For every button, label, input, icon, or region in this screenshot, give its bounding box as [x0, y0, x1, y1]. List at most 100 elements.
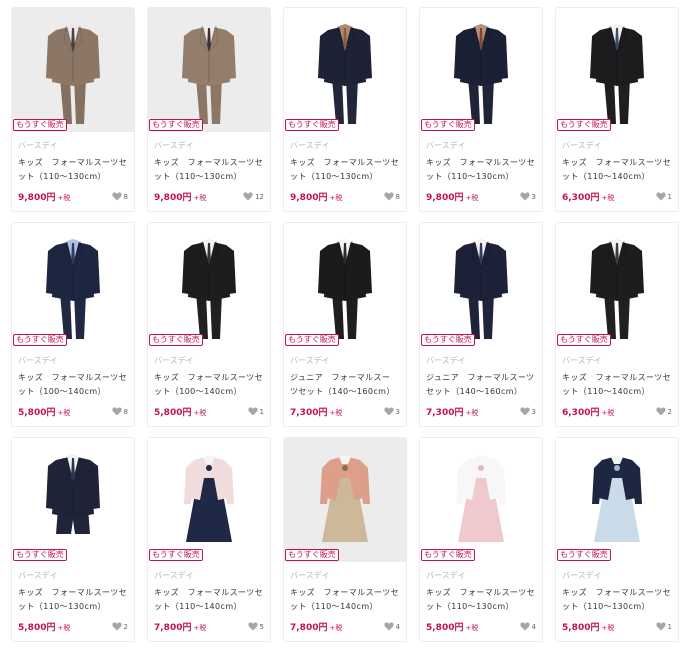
card-footer: 5,800円 +税 4 — [426, 620, 536, 633]
product-image[interactable]: もうすぐ販売 — [420, 438, 542, 562]
brand-name: バースデイ — [426, 571, 466, 580]
price-value: 7,300円 — [290, 408, 328, 418]
product-image[interactable]: もうすぐ販売 — [148, 438, 270, 562]
card-footer: 5,800円 +税 2 — [18, 620, 128, 633]
product-card[interactable]: もうすぐ販売 バースデイ キッズ フォーマルスーツセ ット（110〜130cm） 5,8… — [555, 437, 679, 642]
favorite-button[interactable]: 5 — [247, 622, 264, 631]
product-card[interactable]: もうすぐ販売バースデイジュニア フォーマルスーツセット（140〜160cm） 7,… — [283, 222, 407, 427]
product-card[interactable]: もうすぐ販売 バースデイ キッズ フォーマルスーツセ ット（110〜140cm） 7,8… — [147, 437, 271, 642]
favorite-button[interactable]: 2 — [111, 622, 128, 631]
heart-icon[interactable] — [247, 407, 258, 416]
heart-icon[interactable] — [247, 622, 258, 631]
tax-label: +税 — [329, 624, 343, 632]
favorite-button[interactable]: 8 — [111, 407, 128, 416]
product-image[interactable]: もうすぐ販売 — [284, 438, 406, 562]
product-name[interactable]: キッズ フォーマルスーツセ ット（100〜140cm） — [154, 371, 264, 399]
product-name[interactable]: ジュニア フォーマルスーツセット（140〜160cm） — [290, 371, 400, 399]
product-name[interactable]: キッズ フォーマルスーツセ ット（110〜140cm） — [562, 371, 672, 399]
product-card[interactable]: もうすぐ販売 バースデイ キッズ フォーマルスーツセ ット（110〜130cm） 9,8… — [11, 7, 135, 212]
favorite-button[interactable]: 4 — [383, 622, 400, 631]
price-value: 7,800円 — [154, 623, 192, 633]
heart-icon[interactable] — [111, 192, 122, 201]
price-value: 9,800円 — [426, 193, 464, 203]
product-name[interactable]: キッズ フォーマルスーツセ ット（100〜140cm） — [18, 371, 128, 399]
price: 7,300円 +税 — [290, 405, 342, 418]
product-name-line: ット（110〜130cm） — [18, 172, 106, 181]
favorite-button[interactable]: 1 — [247, 407, 264, 416]
brand-name: バースデイ — [426, 356, 466, 365]
favorite-button[interactable]: 8 — [383, 192, 400, 201]
product-image[interactable]: もうすぐ販売 — [420, 223, 542, 347]
product-name-line: セット（140〜160cm） — [426, 387, 523, 396]
product-name[interactable]: キッズ フォーマルスーツセ ット（110〜130cm） — [426, 156, 536, 184]
product-image[interactable]: もうすぐ販売 — [556, 438, 678, 562]
product-card[interactable]: もうすぐ販売 バースデイ キッズ フォーマルスーツセ ット（110〜130cm） 5,8… — [11, 437, 135, 642]
product-image[interactable]: もうすぐ販売 — [12, 438, 134, 562]
product-card[interactable]: もうすぐ販売 バースデイ キッズ フォーマルスーツセ ット（110〜140cm） 6,3… — [555, 222, 679, 427]
heart-icon[interactable] — [519, 622, 530, 631]
product-name[interactable]: ジュニア フォーマルスーツセット（140〜160cm） — [426, 371, 536, 399]
product-name[interactable]: キッズ フォーマルスーツセ ット（110〜140cm） — [290, 586, 400, 614]
product-image[interactable]: もうすぐ販売 — [12, 8, 134, 132]
product-card[interactable]: もうすぐ販売 バースデイ キッズ フォーマルスーツセ ット（110〜130cm） 9,8… — [419, 7, 543, 212]
heart-icon[interactable] — [519, 192, 530, 201]
favorite-button[interactable]: 3 — [519, 192, 536, 201]
card-footer: 7,300円 +税 3 — [290, 405, 400, 418]
heart-icon[interactable] — [655, 622, 666, 631]
heart-icon[interactable] — [111, 407, 122, 416]
brand-name: バースデイ — [18, 141, 58, 150]
product-name[interactable]: キッズ フォーマルスーツセ ット（110〜130cm） — [562, 586, 672, 614]
favorite-count: 1 — [259, 407, 264, 416]
product-name[interactable]: キッズ フォーマルスーツセ ット（110〜140cm） — [154, 586, 264, 614]
product-image[interactable]: もうすぐ販売 — [12, 223, 134, 347]
product-name[interactable]: キッズ フォーマルスーツセ ット（110〜140cm） — [562, 156, 672, 184]
product-image[interactable]: もうすぐ販売 — [420, 8, 542, 132]
product-image[interactable]: もうすぐ販売 — [148, 223, 270, 347]
favorite-button[interactable]: 4 — [519, 622, 536, 631]
favorite-button[interactable]: 1 — [655, 622, 672, 631]
coming-soon-badge: もうすぐ販売 — [13, 549, 67, 561]
favorite-button[interactable]: 3 — [383, 407, 400, 416]
heart-icon[interactable] — [655, 192, 666, 201]
tax-label: +税 — [193, 624, 207, 632]
product-card[interactable]: もうすぐ販売バースデイキッズ フォーマルスーツセ ット（110〜130cm） 5,8… — [419, 437, 543, 642]
product-image[interactable]: もうすぐ販売 — [284, 8, 406, 132]
heart-icon[interactable] — [111, 622, 122, 631]
brand-name: バースデイ — [154, 141, 194, 150]
favorite-button[interactable]: 1 — [655, 192, 672, 201]
tax-label: +税 — [57, 194, 71, 202]
favorite-button[interactable]: 12 — [243, 192, 264, 201]
favorite-count: 3 — [531, 192, 536, 201]
product-card[interactable]: もうすぐ販売 バースデイ キッズ フォーマルスーツセ ット（110〜140cm） 7,8… — [283, 437, 407, 642]
product-card[interactable]: もうすぐ販売 バースデイ キッズ フォーマルスーツセ ット（110〜130cm） 9,8… — [283, 7, 407, 212]
heart-icon[interactable] — [383, 192, 394, 201]
product-card[interactable]: もうすぐ販売 バースデイ キッズ フォーマルスーツセ ット（110〜130cm） 9,8… — [147, 7, 271, 212]
coming-soon-badge: もうすぐ販売 — [557, 334, 611, 346]
product-name-line: ット（110〜130cm） — [18, 602, 106, 611]
product-card[interactable]: もうすぐ販売 バースデイ キッズ フォーマルスーツセ ット（100〜140cm） 5,8… — [11, 222, 135, 427]
product-image[interactable]: もうすぐ販売 — [284, 223, 406, 347]
product-image[interactable]: もうすぐ販売 — [556, 8, 678, 132]
favorite-button[interactable]: 8 — [111, 192, 128, 201]
heart-icon[interactable] — [519, 407, 530, 416]
coming-soon-badge: もうすぐ販売 — [557, 119, 611, 131]
heart-icon[interactable] — [655, 407, 666, 416]
heart-icon[interactable] — [383, 622, 394, 631]
heart-icon[interactable] — [243, 192, 253, 201]
product-name[interactable]: キッズ フォーマルスーツセ ット（110〜130cm） — [18, 586, 128, 614]
favorite-button[interactable]: 2 — [655, 407, 672, 416]
product-name-line: キッズ フォーマルスーツセ — [154, 373, 264, 382]
product-name[interactable]: キッズ フォーマルスーツセ ット（110〜130cm） — [18, 156, 128, 184]
product-image[interactable]: もうすぐ販売 — [148, 8, 270, 132]
product-name[interactable]: キッズ フォーマルスーツセ ット（110〜130cm） — [426, 586, 536, 614]
price-value: 5,800円 — [426, 623, 464, 633]
heart-icon[interactable] — [383, 407, 394, 416]
product-image[interactable]: もうすぐ販売 — [556, 223, 678, 347]
product-card[interactable]: もうすぐ販売 バースデイ キッズ フォーマルスーツセ ット（100〜140cm） 5,8… — [147, 222, 271, 427]
product-name[interactable]: キッズ フォーマルスーツセ ット（110〜130cm） — [154, 156, 264, 184]
product-card[interactable]: もうすぐ販売バースデイジュニア フォーマルスーツセット（140〜160cm） 7,… — [419, 222, 543, 427]
product-card[interactable]: もうすぐ販売 バースデイ キッズ フォーマルスーツセ ット（110〜140cm） 6,3… — [555, 7, 679, 212]
favorite-button[interactable]: 3 — [519, 407, 536, 416]
product-name[interactable]: キッズ フォーマルスーツセ ット（110〜130cm） — [290, 156, 400, 184]
product-name-line: ット（110〜130cm） — [562, 602, 650, 611]
